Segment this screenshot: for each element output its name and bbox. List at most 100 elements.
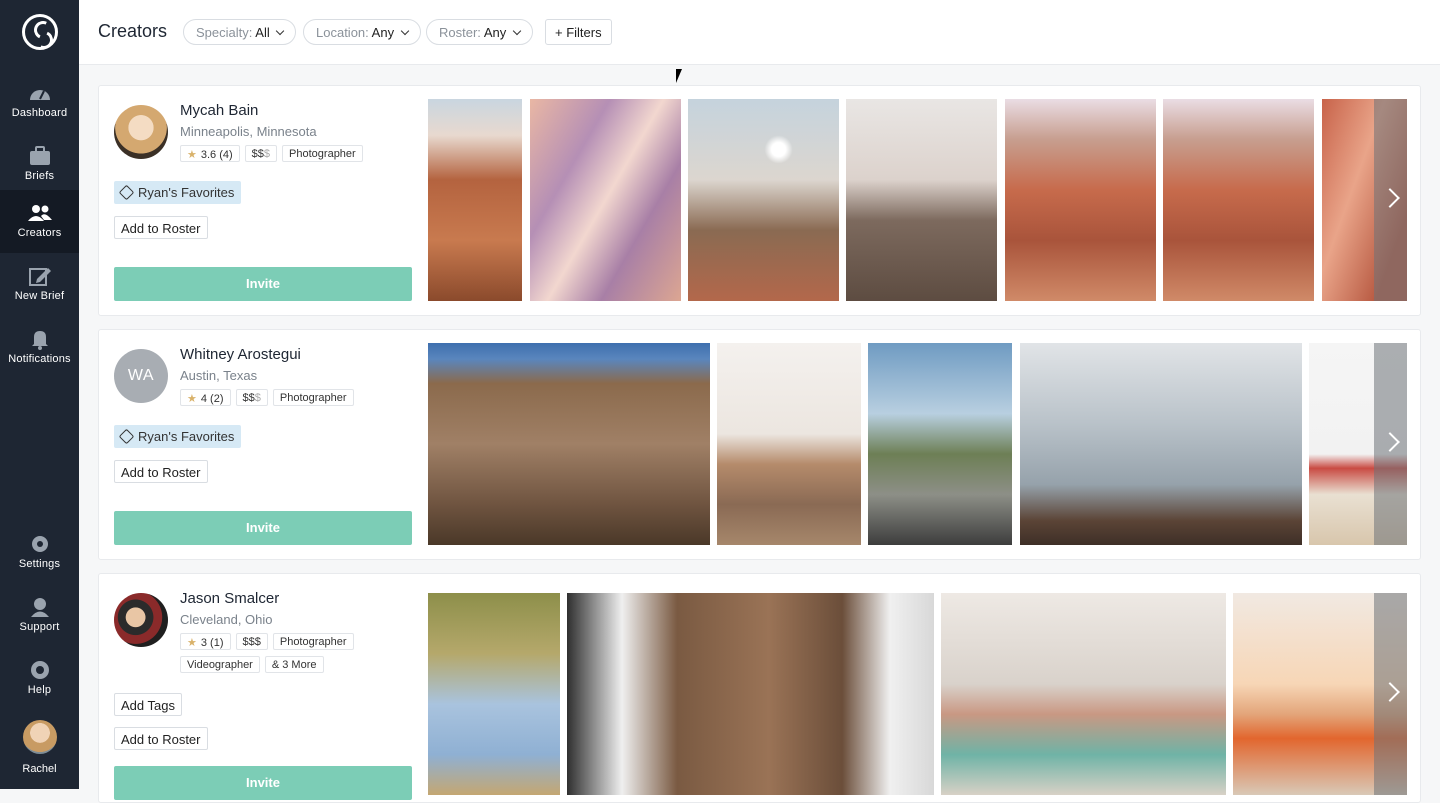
- tag-ryans-favorites[interactable]: Ryan's Favorites: [114, 181, 242, 204]
- add-to-roster-button[interactable]: Add to Roster: [114, 460, 208, 483]
- creator-meta: ★ 4 (2) $$$ Photographer: [180, 389, 354, 406]
- carousel-next-button[interactable]: [1374, 99, 1407, 301]
- location-filter[interactable]: Location: Any: [303, 19, 421, 45]
- specialty-badge: Photographer: [282, 145, 363, 162]
- carousel-next-button[interactable]: [1374, 343, 1407, 545]
- invite-button[interactable]: Invite: [114, 511, 412, 545]
- creator-meta: ★ 3 (1) $$$ Photographer: [180, 633, 354, 650]
- user-name: Rachel: [22, 763, 57, 775]
- briefcase-icon: [29, 146, 50, 165]
- dashboard-gauge-icon: [29, 90, 50, 100]
- star-icon: ★: [187, 149, 197, 161]
- specialty-badge: Photographer: [272, 389, 354, 406]
- portfolio-photo[interactable]: [1020, 343, 1302, 545]
- invite-button[interactable]: Invite: [114, 766, 412, 800]
- add-to-roster-button[interactable]: Add to Roster: [114, 727, 208, 750]
- people-icon: [27, 205, 52, 221]
- creator-card: Mycah Bain Minneapolis, Minnesota ★ 3.6 (…: [98, 85, 1421, 316]
- page-title: Creators: [98, 21, 168, 41]
- bell-icon: [31, 331, 48, 350]
- avatar[interactable]: [114, 105, 168, 159]
- sidebar-item-label: Settings: [18, 558, 61, 570]
- chevron-down-icon: [276, 26, 285, 36]
- more-specialties-badge[interactable]: & 3 More: [264, 656, 324, 673]
- avatar[interactable]: [114, 593, 168, 647]
- sidebar-item-settings[interactable]: Settings: [0, 521, 79, 584]
- photo-carousel: [428, 343, 1407, 545]
- portfolio-photo[interactable]: [567, 593, 934, 795]
- portfolio-photo[interactable]: [1163, 99, 1314, 301]
- photo-carousel: [428, 593, 1407, 795]
- rating-badge: ★ 4 (2): [180, 389, 231, 406]
- creator-card: Jason Smalcer Cleveland, Ohio ★ 3 (1) $$$…: [98, 573, 1421, 803]
- sidebar-item-help[interactable]: Help: [0, 647, 79, 710]
- creator-meta-row-2: Videographer & 3 More: [180, 656, 324, 673]
- chevron-down-icon: [512, 26, 522, 36]
- portfolio-photo[interactable]: [846, 99, 997, 301]
- specialty-badge: Photographer: [272, 633, 354, 650]
- price-badge: $$$: [235, 389, 268, 406]
- add-to-roster-button[interactable]: Add to Roster: [114, 216, 208, 239]
- sidebar-item-label: Support: [19, 621, 60, 633]
- filter-value: All: [255, 25, 270, 40]
- filter-label: Specialty:: [196, 25, 253, 40]
- portfolio-photo[interactable]: [717, 343, 861, 545]
- filter-label: Roster:: [439, 25, 481, 40]
- sidebar-item-creators[interactable]: Creators: [0, 190, 79, 253]
- portfolio-photo[interactable]: [1005, 99, 1156, 301]
- tag-icon: [118, 428, 135, 445]
- roster-filter[interactable]: Roster: Any: [426, 19, 533, 45]
- header: Creators Specialty: All Location: Any Ro…: [79, 0, 1440, 65]
- edit-icon: [28, 268, 51, 286]
- portfolio-photo[interactable]: [941, 593, 1226, 795]
- invite-button[interactable]: Invite: [114, 267, 412, 301]
- portfolio-photo[interactable]: [868, 343, 1012, 545]
- creator-location: Cleveland, Ohio: [180, 612, 273, 627]
- creator-name[interactable]: Jason Smalcer: [180, 590, 279, 607]
- portfolio-photo[interactable]: [688, 99, 839, 301]
- filter-value: Any: [371, 25, 395, 40]
- add-tags-button[interactable]: Add Tags: [114, 693, 182, 716]
- creator-name[interactable]: Mycah Bain: [180, 102, 258, 119]
- sidebar-item-support[interactable]: Support: [0, 584, 79, 647]
- star-icon: ★: [187, 637, 197, 649]
- more-filters-button[interactable]: + Filters: [545, 19, 612, 45]
- headset-icon: [30, 598, 49, 617]
- sidebar: Dashboard Briefs Creators New Brief Noti…: [0, 0, 79, 789]
- avatar[interactable]: WA: [114, 349, 168, 403]
- price-badge: $$$: [235, 633, 268, 650]
- portfolio-photo[interactable]: [428, 593, 560, 795]
- sidebar-item-label: Briefs: [24, 170, 55, 182]
- star-icon: ★: [187, 393, 197, 405]
- specialty-badge: Videographer: [180, 656, 260, 673]
- user-avatar[interactable]: [23, 720, 57, 754]
- sidebar-item-label: Help: [27, 684, 52, 696]
- filter-label: Location:: [316, 25, 369, 40]
- sidebar-item-dashboard[interactable]: Dashboard: [0, 70, 79, 133]
- sidebar-item-notifications[interactable]: Notifications: [0, 316, 79, 379]
- tag-icon: [118, 184, 135, 201]
- creator-location: Austin, Texas: [180, 368, 258, 383]
- filter-value: Any: [483, 25, 507, 40]
- rating-badge: ★ 3.6 (4): [180, 145, 240, 162]
- portfolio-photo[interactable]: [530, 99, 681, 301]
- creator-location: Minneapolis, Minnesota: [180, 124, 317, 139]
- creator-name[interactable]: Whitney Arostegui: [180, 346, 301, 363]
- specialty-filter[interactable]: Specialty: All: [183, 19, 297, 45]
- app-logo[interactable]: [22, 14, 58, 50]
- tag-ryans-favorites[interactable]: Ryan's Favorites: [114, 425, 242, 448]
- lifebuoy-icon: [30, 661, 49, 679]
- portfolio-photo[interactable]: [428, 343, 710, 545]
- carousel-next-button[interactable]: [1374, 593, 1407, 795]
- mouse-cursor-icon: [676, 69, 688, 83]
- sidebar-item-label: New Brief: [14, 290, 65, 302]
- creator-meta: ★ 3.6 (4) $$$ Photographer: [180, 145, 363, 162]
- photo-carousel: [428, 99, 1407, 301]
- price-badge: $$$: [244, 145, 278, 162]
- sidebar-item-new-brief[interactable]: New Brief: [0, 253, 79, 316]
- sidebar-item-label: Dashboard: [11, 107, 68, 119]
- sidebar-item-label: Notifications: [8, 353, 71, 365]
- portfolio-photo[interactable]: [428, 99, 522, 301]
- sidebar-item-briefs[interactable]: Briefs: [0, 133, 79, 196]
- rating-badge: ★ 3 (1): [180, 633, 231, 650]
